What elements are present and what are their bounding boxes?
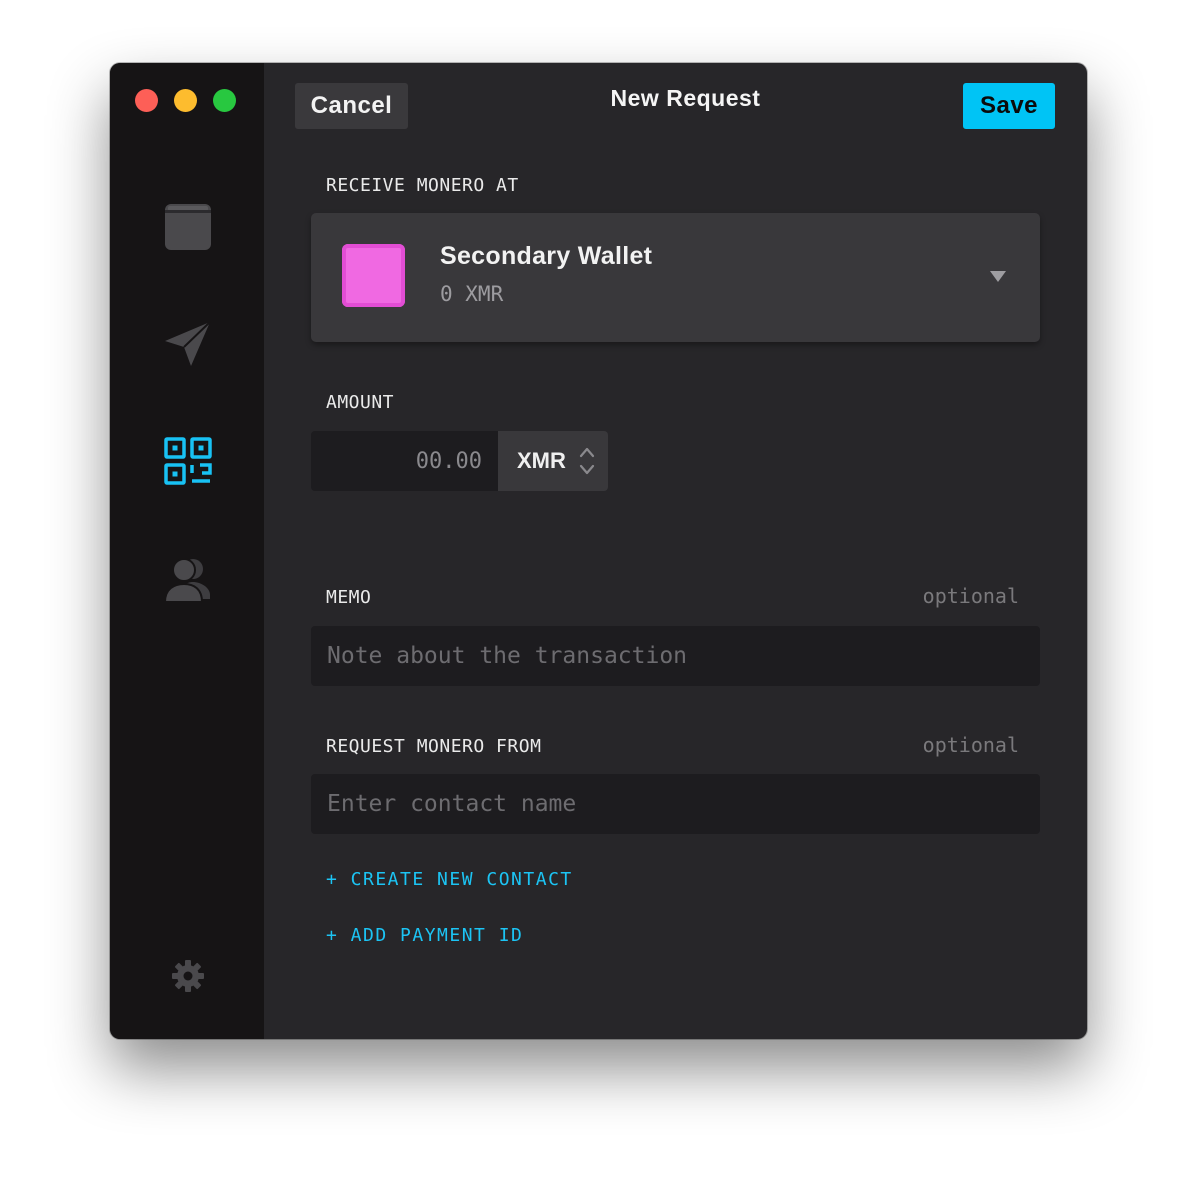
wallet-balance: 0 XMR <box>440 282 504 306</box>
paper-plane-icon[interactable] <box>164 320 212 368</box>
sidebar <box>110 63 264 1039</box>
currency-select[interactable]: XMR <box>498 431 608 491</box>
gear-icon[interactable] <box>170 958 206 994</box>
close-window-button[interactable] <box>135 89 158 112</box>
chevron-down-icon <box>990 271 1006 282</box>
create-new-contact-link[interactable]: + CREATE NEW CONTACT <box>326 869 573 890</box>
wallet-name: Secondary Wallet <box>440 242 653 270</box>
request-from-optional-hint: optional <box>922 733 1019 757</box>
add-payment-id-link[interactable]: + ADD PAYMENT ID <box>326 925 523 946</box>
memo-optional-hint: optional <box>922 584 1019 608</box>
up-down-chevron-icon <box>579 447 595 475</box>
amount-input[interactable]: 00.00 <box>311 431 498 491</box>
save-button[interactable]: Save <box>963 83 1055 129</box>
wallet-color-icon <box>342 244 405 307</box>
receive-label: RECEIVE MONERO AT <box>326 175 519 196</box>
currency-label: XMR <box>517 448 566 473</box>
memo-input[interactable]: Note about the transaction <box>311 626 1040 686</box>
wallet-select[interactable]: Secondary Wallet 0 XMR <box>311 213 1040 342</box>
minimize-window-button[interactable] <box>174 89 197 112</box>
app-window: Cancel New Request Save RECEIVE MONERO A… <box>110 63 1087 1039</box>
zoom-window-button[interactable] <box>213 89 236 112</box>
amount-label: AMOUNT <box>326 392 395 413</box>
memo-label: MEMO <box>326 587 372 608</box>
amount-group: 00.00 XMR <box>311 431 608 491</box>
request-from-label: REQUEST MONERO FROM <box>326 736 542 757</box>
main-panel: Cancel New Request Save RECEIVE MONERO A… <box>264 63 1087 1039</box>
contacts-icon[interactable] <box>164 555 212 603</box>
wallet-icon[interactable] <box>164 203 212 251</box>
contact-name-input[interactable]: Enter contact name <box>311 774 1040 834</box>
qr-code-icon[interactable] <box>164 437 212 485</box>
